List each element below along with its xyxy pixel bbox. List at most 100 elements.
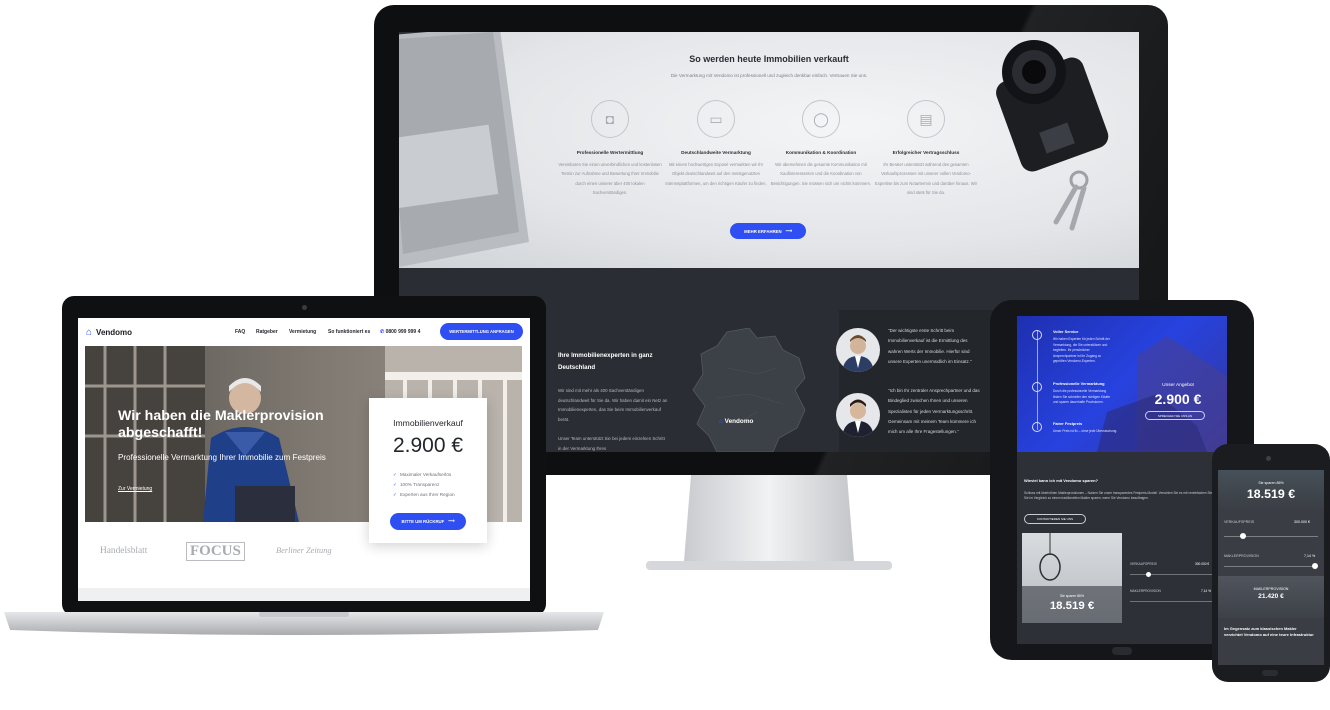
timeline-text: Durch die professionelle Vermarktung fin… bbox=[1053, 389, 1111, 405]
phone-camera-dot bbox=[1266, 456, 1271, 461]
phone-screen: Sie sparen 86% 18.519 € VERKAUFSPREIS 30… bbox=[1218, 470, 1324, 665]
savings-title: Wieviel kann ich mit Vendomo sparen? bbox=[1024, 478, 1098, 483]
commission-label: MAKLERPROVISION bbox=[1130, 589, 1161, 593]
expert-quote: "Ich bin Ihr zentraler Ansprechpartner u… bbox=[888, 388, 980, 435]
arrow-right-icon: ⟶ bbox=[785, 228, 792, 233]
footer-strip bbox=[78, 588, 530, 601]
benefit-item: ✓ Maximaler Verkaufserlös bbox=[393, 470, 487, 480]
sale-price-slider-handle[interactable] bbox=[1240, 533, 1246, 539]
laptop-screen: ⌂ Vendomo FAQ Ratgeber Vermietung So fun… bbox=[78, 318, 530, 601]
desktop-monitor-stand bbox=[646, 475, 892, 570]
nav-faq[interactable]: FAQ bbox=[235, 329, 245, 335]
house-icon: ⌂ bbox=[719, 418, 723, 425]
timeline-text: Unser Preis ist fix – ohne jede Überrasc… bbox=[1053, 429, 1118, 433]
feature-title: Erfolgreicher Vertragsschluss bbox=[892, 150, 960, 155]
nav-vermietung[interactable]: Vermietung bbox=[289, 329, 316, 335]
valuation-request-button[interactable]: WERTERMITTLUNG ANFRAGEN bbox=[440, 323, 523, 340]
tablet-screen: Voller Service Wir haben Experten für je… bbox=[1017, 316, 1227, 644]
experts-text: Wir sind mit mehr als 400 Sachverständig… bbox=[558, 388, 668, 422]
savings-value: 18.519 € bbox=[1246, 487, 1296, 501]
offer-title: Unser Angebot bbox=[1162, 383, 1194, 388]
nav-ratgeber[interactable]: Ratgeber bbox=[256, 329, 278, 335]
commission-slider[interactable] bbox=[1130, 601, 1222, 602]
webcam-dot bbox=[302, 305, 307, 310]
hero-subtitle: Professionelle Vermarktung Ihrer Immobil… bbox=[118, 453, 326, 462]
contact-us-button[interactable]: SPRECHEN SIE UNS AN bbox=[1145, 411, 1205, 420]
section-subtitle: Die Vermarktung mit Vendomo ist professi… bbox=[670, 73, 868, 78]
benefit-list: ✓ Maximaler Verkaufserlös ✓ 100% Transpare… bbox=[393, 470, 487, 501]
benefit-text: Experten aus Ihrer Region bbox=[399, 492, 455, 498]
timeline-title: Fairer Festpreis bbox=[1053, 421, 1083, 426]
commission-value: 7,14 % bbox=[1304, 554, 1316, 558]
feature-text: Wir übernehmen die gesamte Kommunikation… bbox=[770, 162, 872, 186]
sale-price-label: VERKAUFSPREIS bbox=[1224, 520, 1255, 524]
savings-label: Sie sparen 86% bbox=[1258, 481, 1284, 485]
sale-price-value: 300.000 € bbox=[1294, 520, 1310, 524]
feature-communication: ◯ Kommunikation & Koordination Wir übern… bbox=[769, 100, 873, 188]
sale-price-label: VERKAUFSPREIS bbox=[1130, 562, 1157, 566]
chat-icon: ◯ bbox=[802, 100, 840, 138]
phone-number[interactable]: ✆ 0800 999 999 4 bbox=[380, 329, 420, 335]
callback-label: BITTE UM RÜCKRUF bbox=[401, 518, 445, 524]
timeline-text: Wir haben Experten für jeden Schritt der… bbox=[1053, 337, 1110, 364]
feature-title: Professionelle Wertermittlung bbox=[576, 150, 644, 155]
benefit-item: ✓ 100% Transparenz bbox=[393, 480, 487, 490]
house-icon: ⌂ bbox=[86, 327, 93, 338]
document-icon: ▤ bbox=[907, 100, 945, 138]
commission-total-value: 21.420 € bbox=[1258, 593, 1284, 600]
price-card: Immobilienverkauf 2.900 € ✓ Maximaler Ver… bbox=[369, 398, 487, 543]
timeline-title: Voller Service bbox=[1053, 329, 1079, 334]
commission-slider-handle[interactable] bbox=[1312, 563, 1318, 569]
germany-map bbox=[692, 328, 806, 452]
more-info-button[interactable]: MEHR ERFAHREN ⟶ bbox=[730, 223, 806, 239]
feature-text: Vereinbaren Sie einen unverbindlichen un… bbox=[558, 162, 662, 195]
offer-price: 2.900 € bbox=[1154, 391, 1202, 407]
expert-quote: "Der wichtigste erste Schritt beim Immob… bbox=[888, 328, 972, 364]
expert-avatar bbox=[836, 393, 880, 437]
phone-home-button[interactable] bbox=[1262, 670, 1278, 676]
benefit-text: Maximaler Verkaufserlös bbox=[399, 472, 452, 477]
laptop-icon: ▭ bbox=[697, 100, 735, 138]
feature-text: Mit einem hochwertigen Exposé vermarkten… bbox=[665, 162, 767, 186]
hero-title: Wir haben die Maklerprovision abgeschaff… bbox=[118, 408, 324, 441]
laptop-photo bbox=[399, 32, 529, 267]
sale-price-value: 300.000 € bbox=[1195, 562, 1210, 566]
savings-label: Sie sparen 86% bbox=[1060, 594, 1084, 598]
feature-contract: ▤ Erfolgreicher Vertragsschluss Ihr Bera… bbox=[874, 100, 978, 197]
savings-text: Schluss mit überhöhten Maklerprovisionen… bbox=[1024, 491, 1224, 500]
logo-text: Vendomo bbox=[96, 328, 133, 337]
check-icon: ✓ bbox=[393, 492, 397, 498]
camera-photo bbox=[996, 40, 1109, 231]
commission-slider[interactable] bbox=[1224, 566, 1318, 567]
timeline-check-icon bbox=[1032, 330, 1042, 340]
sale-price-slider[interactable] bbox=[1130, 574, 1222, 575]
camera-icon: ◘ bbox=[591, 100, 629, 138]
benefit-text: 100% Transparenz bbox=[399, 482, 440, 488]
timeline-check-icon bbox=[1032, 382, 1042, 392]
infrastructure-note: Im Gegensatz zum klassischen Makler verz… bbox=[1224, 626, 1314, 638]
commission-value: 7,14 % bbox=[1201, 589, 1211, 593]
timeline-line bbox=[1037, 330, 1038, 430]
sale-price-slider[interactable] bbox=[1224, 536, 1318, 537]
price-card-title: Immobilienverkauf bbox=[393, 418, 463, 428]
more-info-label: MEHR ERFAHREN bbox=[744, 228, 782, 234]
top-navigation: ⌂ Vendomo FAQ Ratgeber Vermietung So fun… bbox=[78, 318, 530, 346]
feature-title: Kommunikation & Koordination bbox=[785, 150, 857, 155]
press-logo-focus: FOCUS bbox=[186, 542, 245, 561]
contact-button[interactable]: KONTAKTIEREN SIE UNS bbox=[1024, 514, 1086, 524]
sale-price-slider-handle[interactable] bbox=[1146, 572, 1151, 577]
nav-how-it-works[interactable]: So funktioniert es bbox=[328, 329, 370, 335]
vendomo-logo[interactable]: ⌂ Vendomo bbox=[86, 327, 132, 338]
how-it-works-section: So werden heute Immobilien verkauft Die … bbox=[399, 32, 1139, 268]
experts-text: Unser Team unterstützt Sie bei jedem ein… bbox=[558, 436, 665, 451]
price-value: 2.900 € bbox=[392, 434, 464, 457]
tablet-home-button[interactable] bbox=[1112, 647, 1132, 655]
experts-title: Ihre Immobilienexperten in ganz Deutschl… bbox=[558, 352, 653, 371]
rental-link[interactable]: Zur Vermietung bbox=[118, 486, 152, 492]
benefit-item: ✓ Experten aus Ihrer Region bbox=[393, 490, 487, 500]
tablet-hero: Voller Service Wir haben Experten für je… bbox=[1017, 316, 1227, 452]
laptop-base bbox=[4, 612, 604, 635]
callback-button[interactable]: BITTE UM RÜCKRUF ⟶ bbox=[390, 512, 466, 530]
check-icon: ✓ bbox=[393, 482, 397, 488]
logo-text: Vendomo bbox=[724, 418, 754, 425]
